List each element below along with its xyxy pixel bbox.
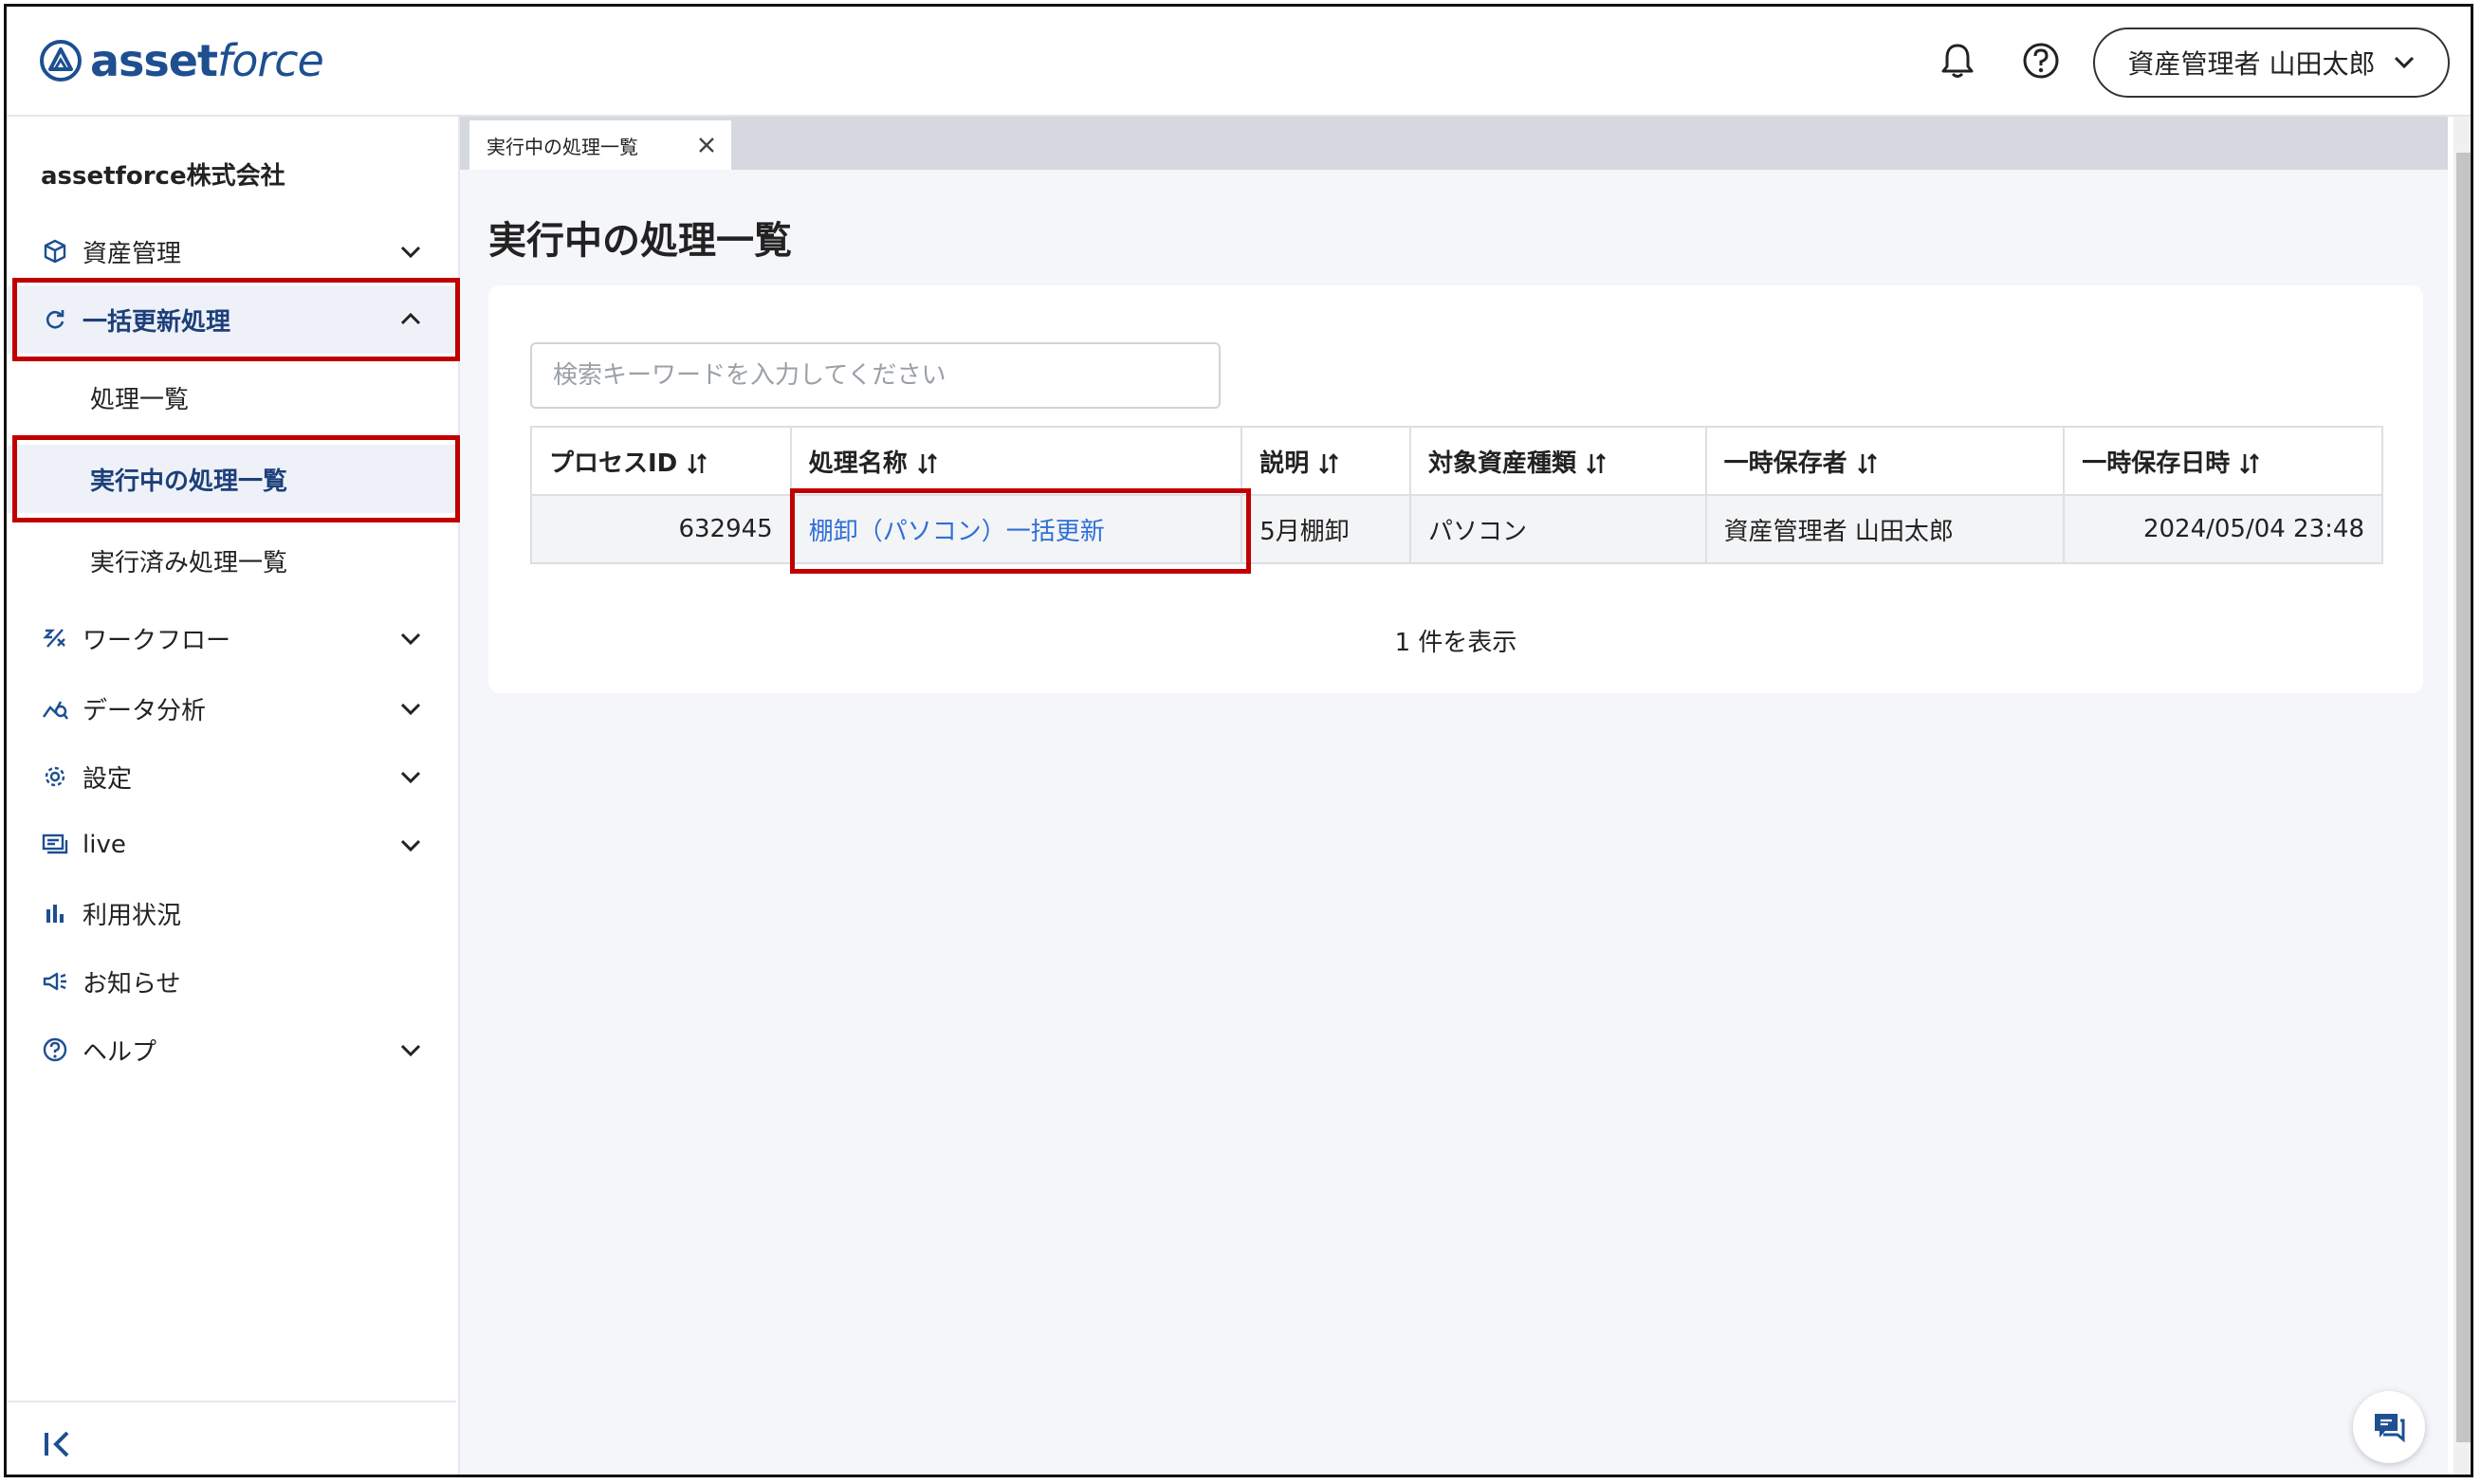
sidebar-item-label: ヘルプ [83, 1037, 157, 1067]
sidebar-item-asset-management[interactable]: 資産管理 [7, 217, 456, 285]
bell-icon[interactable] [1936, 39, 1979, 82]
bar-chart-icon [41, 899, 69, 927]
cell-process-name: 棚卸（パソコン）一括更新 [789, 494, 1243, 564]
chevron-down-icon [400, 839, 421, 852]
sidebar-item-data-analysis[interactable]: データ分析 [7, 674, 456, 742]
sidebar-subitem-running-processes[interactable]: 実行中の処理一覧 [7, 445, 456, 513]
cell-process-id: 632945 [530, 494, 792, 564]
chevron-down-icon [400, 703, 421, 716]
cell-description: 5月棚卸 [1240, 494, 1411, 564]
sidebar: assetforce株式会社 資産管理 一括更新処理 処理一覧 実行中の処理一覧… [7, 117, 460, 1475]
chat-button[interactable] [2353, 1391, 2425, 1463]
sidebar-item-label: お知らせ [83, 969, 181, 998]
column-header-description[interactable]: 説明 [1240, 426, 1411, 496]
user-menu-button[interactable]: 資産管理者 山田太郎 [2093, 27, 2450, 98]
chevron-down-icon [400, 1044, 421, 1057]
user-name: 資産管理者 山田太郎 [2127, 48, 2376, 80]
assetforce-logo[interactable]: assetforce [39, 35, 324, 86]
sidebar-item-label: 資産管理 [83, 239, 182, 268]
column-header-saved-at[interactable]: 一時保存日時 [2063, 426, 2383, 496]
sidebar-subitem-completed-processes[interactable]: 実行済み処理一覧 [7, 526, 456, 595]
column-header-process-id[interactable]: プロセスID [530, 426, 792, 496]
company-name: assetforce株式会社 [41, 162, 285, 191]
sort-icon [917, 453, 937, 474]
scrollbar-thumb[interactable] [2456, 153, 2471, 1442]
sidebar-item-label: 利用状況 [83, 901, 182, 930]
sort-icon [688, 453, 708, 474]
logo-text: assetforce [90, 35, 324, 86]
help-icon [41, 1035, 69, 1064]
sidebar-item-bulk-update[interactable]: 一括更新処理 [7, 285, 456, 354]
sort-icon [2240, 453, 2260, 474]
sort-icon [1587, 453, 1606, 474]
collapse-sidebar-icon[interactable] [41, 1425, 79, 1463]
chevron-down-icon [400, 771, 421, 784]
result-count: 1 件を表示 [1394, 629, 1517, 657]
sidebar-divider [7, 1401, 456, 1402]
top-header: assetforce 資産管理者 山田太郎 [7, 7, 2471, 117]
vertical-scrollbar[interactable] [2453, 117, 2471, 1475]
column-header-asset-type[interactable]: 対象資産種類 [1408, 426, 1707, 496]
logo-mark-icon [40, 40, 82, 82]
tab-bar: 実行中の処理一覧 [460, 117, 2448, 170]
chat-icon [2375, 1414, 2405, 1443]
chevron-up-icon [400, 312, 421, 325]
analytics-icon [41, 694, 69, 723]
refresh-icon [41, 305, 69, 334]
sort-icon [1319, 453, 1339, 474]
table-header-row: プロセスID 処理名称 説明 対象資産種類 一時保存者 一時保存日時 [530, 426, 2383, 496]
tab-running-processes[interactable]: 実行中の処理一覧 [469, 120, 731, 170]
app-window: assetforce 資産管理者 山田太郎 assetforce株式会社 資産管… [4, 4, 2473, 1477]
sidebar-subitem-process-list[interactable]: 処理一覧 [7, 363, 456, 431]
sidebar-item-help[interactable]: ヘルプ [7, 1016, 456, 1084]
help-circle-icon[interactable] [2019, 39, 2063, 82]
close-icon[interactable] [693, 132, 720, 158]
search-input[interactable] [530, 342, 1221, 409]
sort-icon [1857, 453, 1877, 474]
sidebar-item-label: 設定 [83, 764, 133, 794]
sidebar-item-label: ワークフロー [83, 626, 231, 655]
sidebar-item-live[interactable]: live [7, 811, 456, 879]
sidebar-item-label: 一括更新処理 [83, 307, 231, 337]
chevron-down-icon [400, 632, 421, 646]
content-card: プロセスID 処理名称 説明 対象資産種類 一時保存者 一時保存日時 63294… [488, 285, 2423, 693]
sidebar-item-label: live [83, 831, 126, 859]
cell-asset-type: パソコン [1408, 494, 1707, 564]
column-header-saver[interactable]: 一時保存者 [1704, 426, 2066, 496]
main-content: 実行中の処理一覧 実行中の処理一覧 プロセスID 処理名称 説明 対象資産種類 … [460, 117, 2448, 1475]
cube-icon [41, 237, 69, 266]
page-title: 実行中の処理一覧 [488, 219, 792, 263]
cell-saver: 資産管理者 山田太郎 [1704, 494, 2066, 564]
process-table: プロセスID 処理名称 説明 対象資産種類 一時保存者 一時保存日時 63294… [530, 426, 2383, 564]
cell-saved-at: 2024/05/04 23:48 [2063, 494, 2383, 564]
chevron-down-icon [2395, 56, 2415, 69]
workflow-icon [41, 624, 69, 652]
column-header-process-name[interactable]: 処理名称 [789, 426, 1243, 496]
chevron-down-icon [400, 246, 421, 259]
sidebar-item-settings[interactable]: 設定 [7, 742, 456, 811]
megaphone-icon [41, 967, 69, 996]
sidebar-item-label: データ分析 [83, 696, 207, 725]
sidebar-item-usage[interactable]: 利用状況 [7, 879, 456, 947]
sidebar-item-workflow[interactable]: ワークフロー [7, 604, 456, 672]
sidebar-item-notices[interactable]: お知らせ [7, 947, 456, 1016]
live-icon [41, 831, 69, 859]
table-row[interactable]: 632945 棚卸（パソコン）一括更新 5月棚卸 パソコン 資産管理者 山田太郎… [530, 494, 2383, 564]
gear-icon [41, 762, 69, 791]
process-name-link[interactable]: 棚卸（パソコン）一括更新 [809, 518, 1105, 546]
